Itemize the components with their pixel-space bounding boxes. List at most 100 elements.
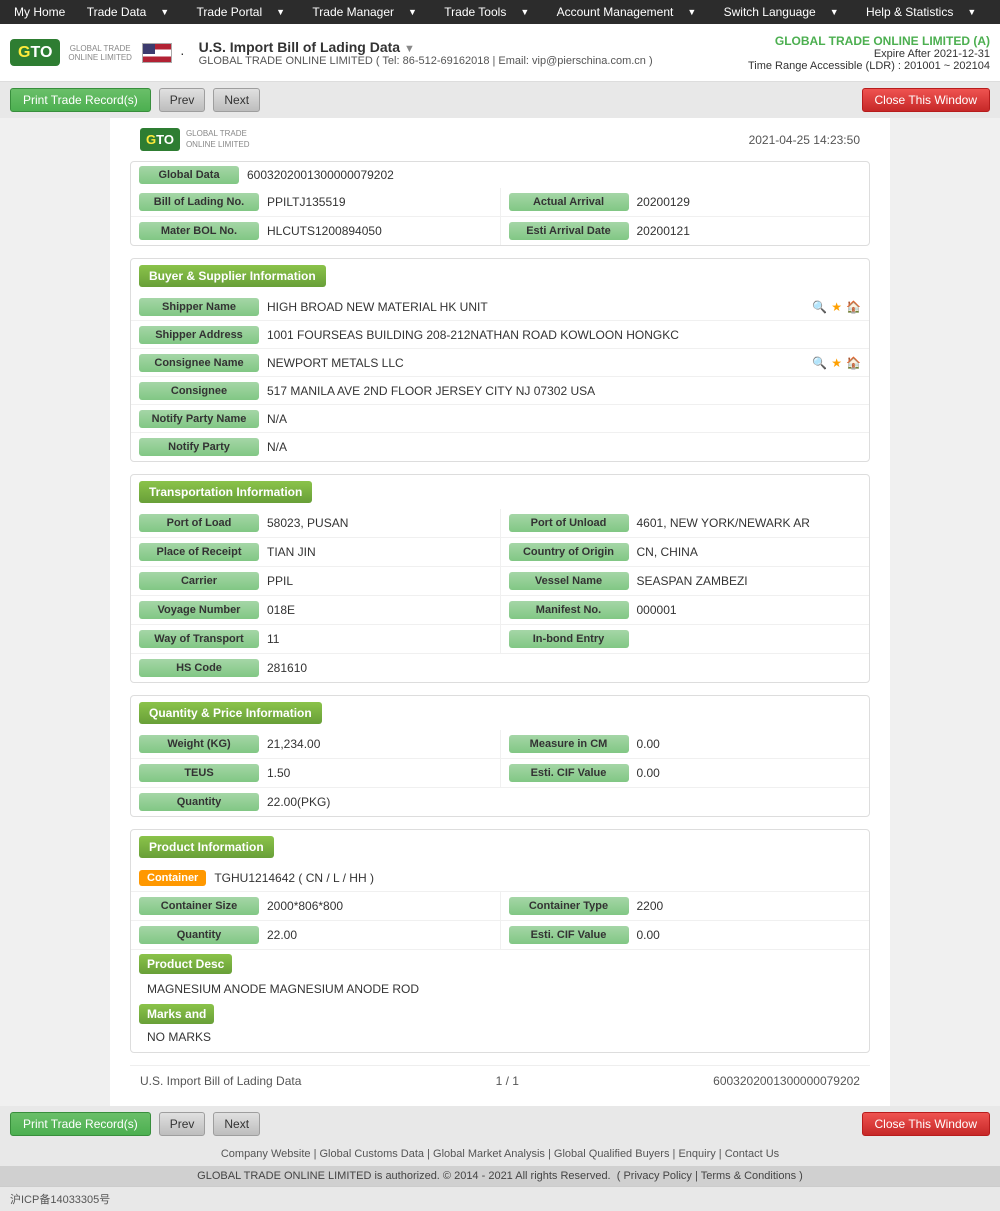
place-receipt-value: TIAN JIN	[267, 545, 492, 559]
shipper-star-icon[interactable]: ★	[831, 300, 842, 314]
hs-code-value: 281610	[267, 661, 861, 675]
shipper-search-icon[interactable]: 🔍	[812, 300, 827, 314]
consignee-name-value: NEWPORT METALS LLC	[267, 356, 808, 370]
footer-copyright: GLOBAL TRADE ONLINE LIMITED is authorize…	[0, 1166, 1000, 1186]
prod-cif-cell: Esti. CIF Value 0.00	[500, 921, 870, 949]
icp-bar: 沪ICP备14033305号	[0, 1186, 1000, 1211]
next-button[interactable]: Next	[213, 88, 260, 112]
shipper-home-icon[interactable]: 🏠	[846, 300, 861, 314]
weight-measure-row: Weight (KG) 21,234.00 Measure in CM 0.00	[131, 730, 869, 759]
weight-label: Weight (KG)	[139, 735, 259, 753]
footer-enquiry[interactable]: Enquiry	[678, 1148, 715, 1160]
container-size-type-row: Container Size 2000*806*800 Container Ty…	[131, 892, 869, 921]
record-header: GTO GLOBAL TRADEONLINE LIMITED 2021-04-2…	[130, 128, 870, 151]
prev-button-bottom[interactable]: Prev	[159, 1112, 206, 1136]
manifest-no-value: 000001	[637, 603, 862, 617]
flag-area: ·	[142, 43, 189, 63]
close-window-button[interactable]: Close This Window	[862, 88, 990, 112]
consignee-value: 517 MANILA AVE 2ND FLOOR JERSEY CITY NJ …	[267, 384, 861, 398]
way-transport-value: 11	[267, 632, 492, 646]
title-area: U.S. Import Bill of Lading Data ▼ GLOBAL…	[199, 39, 653, 67]
bol-row: Bill of Lading No. PPILTJ135519 Actual A…	[131, 188, 869, 217]
actual-arrival-label: Actual Arrival	[509, 193, 629, 211]
esti-cif-cell: Esti. CIF Value 0.00	[500, 759, 870, 787]
notify-party-label: Notify Party	[139, 438, 259, 456]
shipper-name-label: Shipper Name	[139, 298, 259, 316]
top-navigation: My Home Trade Data▼ Trade Portal▼ Trade …	[0, 0, 1000, 24]
nav-trade-tools[interactable]: Trade Tools▼	[429, 5, 541, 19]
manifest-no-cell: Manifest No. 000001	[500, 596, 870, 624]
esti-arrival-label: Esti Arrival Date	[509, 222, 629, 240]
main-wrapper: GTO GLOBAL TRADEONLINE LIMITED 2021-04-2…	[110, 118, 890, 1106]
global-data-label: Global Data	[139, 166, 239, 184]
quantity-row: Quantity 22.00(PKG)	[131, 788, 869, 816]
mater-bol-cell: Mater BOL No. HLCUTS1200894050	[131, 217, 500, 245]
print-button-bottom[interactable]: Print Trade Record(s)	[10, 1112, 151, 1136]
carrier-value: PPIL	[267, 574, 492, 588]
container-type-cell: Container Type 2200	[500, 892, 870, 920]
product-header: Product Information	[139, 836, 274, 858]
footer-global-customs[interactable]: Global Customs Data	[320, 1148, 425, 1160]
footer-global-market[interactable]: Global Market Analysis	[433, 1148, 545, 1160]
container-badge: Container	[139, 870, 206, 886]
nav-switch-language[interactable]: Switch Language▼	[708, 5, 850, 19]
vessel-name-value: SEASPAN ZAMBEZI	[637, 574, 862, 588]
consignee-label: Consignee	[139, 382, 259, 400]
consignee-star-icon[interactable]: ★	[831, 356, 842, 370]
esti-arrival-value: 20200121	[637, 224, 862, 238]
consignee-row: Consignee 517 MANILA AVE 2ND FLOOR JERSE…	[131, 377, 869, 405]
port-row: Port of Load 58023, PUSAN Port of Unload…	[131, 509, 869, 538]
terms-conditions-link[interactable]: Terms & Conditions	[701, 1170, 796, 1182]
nav-help[interactable]: Help & Statistics▼	[851, 5, 989, 19]
prod-cif-label: Esti. CIF Value	[509, 926, 629, 944]
place-receipt-label: Place of Receipt	[139, 543, 259, 561]
quantity-label: Quantity	[139, 793, 259, 811]
copyright-text: GLOBAL TRADE ONLINE LIMITED is authorize…	[197, 1170, 610, 1182]
close-window-button-bottom[interactable]: Close This Window	[862, 1112, 990, 1136]
way-transport-label: Way of Transport	[139, 630, 259, 648]
carrier-vessel-row: Carrier PPIL Vessel Name SEASPAN ZAMBEZI	[131, 567, 869, 596]
consignee-search-icon[interactable]: 🔍	[812, 356, 827, 370]
port-load-label: Port of Load	[139, 514, 259, 532]
footer-links-bar: Company Website | Global Customs Data | …	[0, 1142, 1000, 1166]
nav-trade-manager[interactable]: Trade Manager▼	[297, 5, 429, 19]
measure-cm-label: Measure in CM	[509, 735, 629, 753]
logo-subtitle: GLOBAL TRADEONLINE LIMITED	[68, 44, 132, 62]
next-button-bottom[interactable]: Next	[213, 1112, 260, 1136]
port-load-value: 58023, PUSAN	[267, 516, 492, 530]
consignee-home-icon[interactable]: 🏠	[846, 356, 861, 370]
quantity-price-header: Quantity & Price Information	[139, 702, 322, 724]
footer-contact-us[interactable]: Contact Us	[725, 1148, 779, 1160]
bol-no-label: Bill of Lading No.	[139, 193, 259, 211]
notify-party-name-value: N/A	[267, 412, 861, 426]
carrier-label: Carrier	[139, 572, 259, 590]
container-type-label: Container Type	[509, 897, 629, 915]
footer-company-website[interactable]: Company Website	[221, 1148, 311, 1160]
nav-trade-portal[interactable]: Trade Portal▼	[181, 5, 297, 19]
prev-button[interactable]: Prev	[159, 88, 206, 112]
container-row: Container TGHU1214642 ( CN / L / HH )	[131, 864, 869, 892]
product-section: Product Information Container TGHU121464…	[130, 829, 870, 1053]
time-range: Time Range Accessible (LDR) : 201001 ~ 2…	[748, 60, 990, 72]
record-page-info: 1 / 1	[496, 1074, 519, 1088]
notify-party-name-row: Notify Party Name N/A	[131, 405, 869, 433]
shipper-address-value: 1001 FOURSEAS BUILDING 208-212NATHAN ROA…	[267, 328, 861, 342]
vessel-name-cell: Vessel Name SEASPAN ZAMBEZI	[500, 567, 870, 595]
global-data-row: Global Data 6003202001300000079202	[131, 162, 869, 188]
privacy-policy-link[interactable]: Privacy Policy	[623, 1170, 691, 1182]
port-load-cell: Port of Load 58023, PUSAN	[131, 509, 500, 537]
nav-trade-data[interactable]: Trade Data▼	[71, 5, 181, 19]
expire-info: Expire After 2021-12-31	[748, 48, 990, 60]
container-type-value: 2200	[637, 899, 862, 913]
port-unload-value: 4601, NEW YORK/NEWARK AR	[637, 516, 862, 530]
esti-arrival-cell: Esti Arrival Date 20200121	[500, 217, 870, 245]
record-source: U.S. Import Bill of Lading Data	[140, 1074, 301, 1088]
notify-party-name-label: Notify Party Name	[139, 410, 259, 428]
print-button[interactable]: Print Trade Record(s)	[10, 88, 151, 112]
footer-global-buyers[interactable]: Global Qualified Buyers	[554, 1148, 670, 1160]
transport-section: Transportation Information Port of Load …	[130, 474, 870, 683]
receipt-origin-row: Place of Receipt TIAN JIN Country of Ori…	[131, 538, 869, 567]
nav-my-home[interactable]: My Home	[8, 5, 71, 19]
global-data-value: 6003202001300000079202	[247, 168, 394, 182]
nav-account-management[interactable]: Account Management▼	[541, 5, 708, 19]
